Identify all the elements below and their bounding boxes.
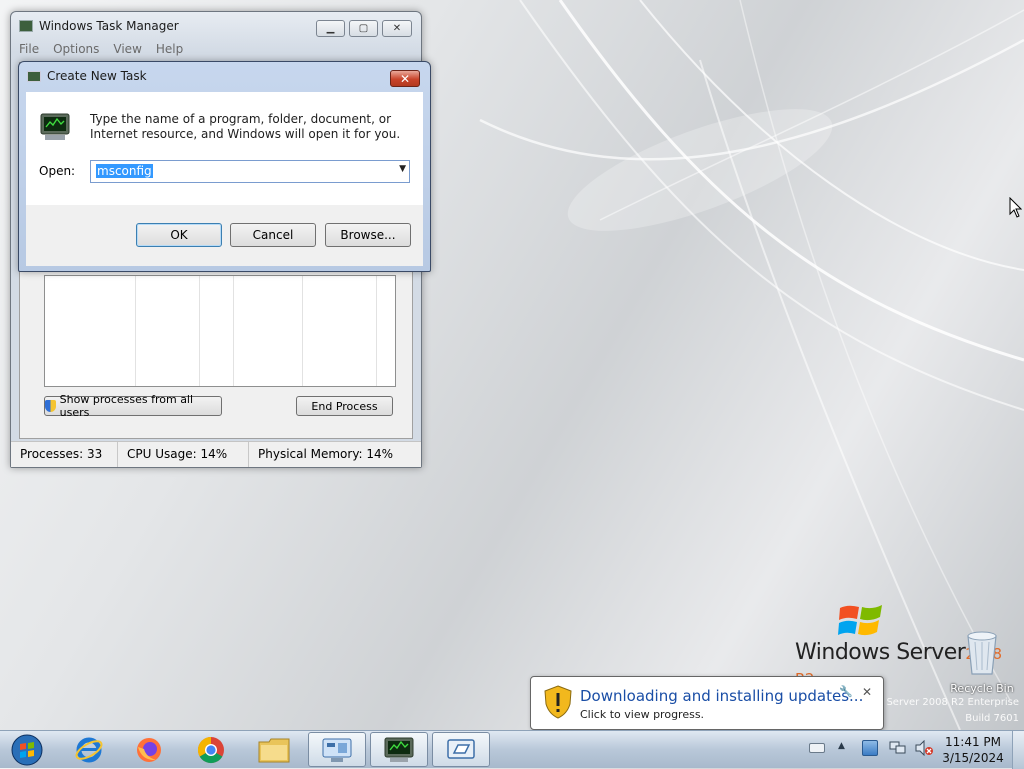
remote-desktop-icon xyxy=(447,738,475,759)
clock-date: 3/15/2024 xyxy=(942,751,1004,765)
dialog-titlebar[interactable]: Create New Task xyxy=(19,62,430,90)
os-name: Windows Server xyxy=(795,640,966,665)
dialog-description: Type the name of a program, folder, docu… xyxy=(90,112,401,141)
cancel-button[interactable]: Cancel xyxy=(230,223,316,247)
notification-subtitle: Click to view progress. xyxy=(580,708,705,721)
mouse-cursor-icon xyxy=(1009,197,1022,218)
chevron-down-icon[interactable]: ▼ xyxy=(399,164,406,174)
windows-flag-logo xyxy=(838,600,884,640)
edition-watermark-2: Build 7601 xyxy=(965,713,1019,724)
server-manager-icon xyxy=(322,738,352,762)
menu-help[interactable]: Help xyxy=(156,42,183,56)
taskbar-chrome[interactable] xyxy=(182,732,240,767)
process-list[interactable] xyxy=(44,275,396,387)
create-new-task-dialog[interactable]: Create New Task ✕ Type the name of a pro… xyxy=(18,61,431,272)
show-desktop-button[interactable] xyxy=(1012,731,1024,769)
task-manager-icon xyxy=(384,737,414,762)
taskbar: ▲ 11:41 PM 3/15/2024 xyxy=(0,730,1024,769)
browse-button[interactable]: Browse... xyxy=(325,223,411,247)
recycle-bin-label: Recycle Bin xyxy=(950,682,1014,695)
taskbar-task-manager[interactable] xyxy=(370,732,428,767)
ok-label: OK xyxy=(170,228,188,242)
status-cpu: CPU Usage: 14% xyxy=(118,442,249,467)
show-all-processes-button[interactable]: Show processes from all users xyxy=(44,393,222,419)
close-button[interactable]: ✕ xyxy=(382,20,412,37)
dialog-title: Create New Task xyxy=(47,69,147,83)
clock-time: 11:41 PM xyxy=(945,735,1001,749)
uac-shield-icon xyxy=(45,400,56,412)
menu-options[interactable]: Options xyxy=(53,42,99,56)
network-icon[interactable] xyxy=(889,741,907,756)
taskbar-internet-explorer[interactable] xyxy=(60,732,118,767)
menu-file[interactable]: File xyxy=(19,42,39,56)
ok-button[interactable]: OK xyxy=(136,223,222,247)
open-input-value[interactable]: msconfig xyxy=(96,164,153,178)
close-icon[interactable]: ✕ xyxy=(862,685,872,699)
task-manager-app-icon xyxy=(19,20,33,32)
taskbar-firefox[interactable] xyxy=(120,732,178,767)
dialog-close-button[interactable]: ✕ xyxy=(390,70,420,87)
keyboard-icon[interactable] xyxy=(809,743,825,753)
show-all-processes-label: Show processes from all users xyxy=(59,393,194,419)
column-divider xyxy=(233,276,234,386)
recycle-bin[interactable]: Recycle Bin xyxy=(950,630,1014,695)
volume-muted-icon[interactable] xyxy=(914,739,934,757)
status-processes: Processes: 33 xyxy=(11,442,118,467)
end-process-label: End Process xyxy=(311,399,378,413)
run-program-icon xyxy=(39,112,73,145)
column-divider xyxy=(302,276,303,386)
menu-view[interactable]: View xyxy=(113,42,141,56)
status-memory: Physical Memory: 14% xyxy=(258,447,394,461)
recycle-bin-icon xyxy=(967,631,997,675)
chrome-icon xyxy=(197,736,224,763)
maximize-button[interactable]: ▢ xyxy=(349,20,378,37)
warning-shield-icon xyxy=(544,685,572,719)
column-divider xyxy=(199,276,200,386)
open-combobox[interactable]: msconfig ▼ xyxy=(90,160,410,183)
show-hidden-icons-icon[interactable]: ▲ xyxy=(838,741,845,751)
update-notification-balloon[interactable]: Downloading and installing updates... Cl… xyxy=(530,676,884,742)
end-process-button[interactable]: End Process xyxy=(296,396,393,416)
start-button[interactable] xyxy=(0,732,54,767)
dialog-app-icon xyxy=(27,70,41,82)
firefox-icon xyxy=(137,737,161,762)
column-divider xyxy=(376,276,377,386)
cancel-label: Cancel xyxy=(252,228,294,242)
open-label: Open: xyxy=(39,164,76,178)
taskbar-clock[interactable]: 11:41 PM 3/15/2024 xyxy=(936,734,1010,766)
task-manager-menubar: File Options View Help xyxy=(19,42,183,56)
column-divider xyxy=(135,276,136,386)
browse-label: Browse... xyxy=(340,228,396,242)
start-orb-icon xyxy=(11,734,43,765)
internet-explorer-icon xyxy=(75,737,103,762)
minimize-button[interactable]: ▁ xyxy=(316,20,345,37)
wrench-icon[interactable]: 🔧 xyxy=(839,685,853,698)
notification-title: Downloading and installing updates... xyxy=(580,687,864,705)
taskbar-run-dialog[interactable] xyxy=(432,732,490,767)
windows-update-tray-icon[interactable] xyxy=(862,740,878,756)
task-manager-title: Windows Task Manager xyxy=(39,19,179,33)
file-explorer-icon xyxy=(258,738,290,762)
taskbar-file-explorer[interactable] xyxy=(245,732,303,767)
task-manager-statusbar: Processes: 33 CPU Usage: 14% Physical Me… xyxy=(11,441,421,467)
taskbar-server-manager[interactable] xyxy=(308,732,366,767)
